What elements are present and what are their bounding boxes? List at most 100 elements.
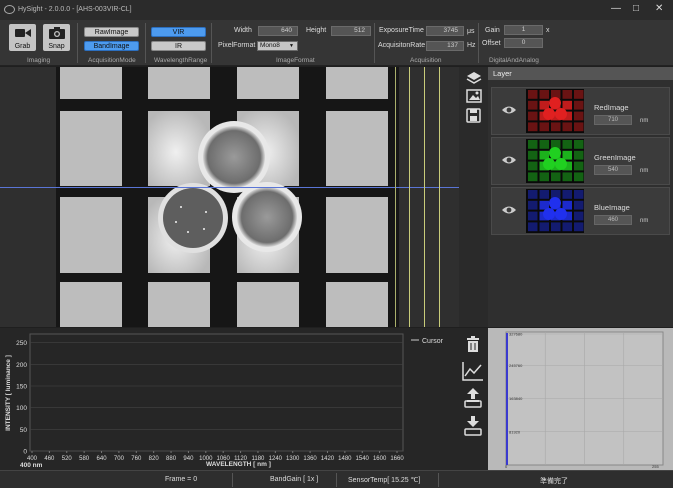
histogram-y-tick: 163840 <box>509 396 523 401</box>
status-separator <box>232 473 233 487</box>
snap-button[interactable]: Snap <box>43 24 70 51</box>
x-tick-label: 520 <box>62 456 73 462</box>
window-title: HySight - 2.0.0.0 - [AHS-003VIR-CL] <box>18 6 132 13</box>
save-icon[interactable] <box>466 108 482 123</box>
gain-field[interactable]: 1 <box>504 25 543 35</box>
horizontal-cursor-line[interactable] <box>0 187 459 188</box>
x-tick-label: 640 <box>97 456 108 462</box>
trash-icon[interactable] <box>465 336 481 352</box>
camera-icon <box>49 27 65 39</box>
width-field[interactable]: 640 <box>258 26 298 36</box>
layers-icon[interactable] <box>466 71 482 85</box>
acquisition-rate-field[interactable]: 137 <box>426 41 464 51</box>
x-tick-label: 820 <box>149 456 160 462</box>
chevron-down-icon: ▼ <box>289 43 294 49</box>
vertical-guide-line <box>395 67 396 327</box>
y-tick-label: 50 <box>20 427 28 434</box>
x-tick-label: 1600 <box>373 456 387 462</box>
cursor-wavelength-readout: 400 nm <box>20 462 43 469</box>
vertical-guide-line <box>409 67 410 327</box>
x-tick-label: 1420 <box>321 456 335 462</box>
minimize-button[interactable]: — <box>611 4 621 14</box>
ribbon-separator <box>77 23 78 63</box>
layer-thumbnail <box>526 89 584 133</box>
layer-row[interactable]: GreenImage 540 nm <box>491 137 670 185</box>
pixel-format-value: Mono8 <box>260 42 280 49</box>
layer-panel: Layer RedImage 710 nm GreenImage 540 nm BlueIm… <box>488 67 673 327</box>
layer-row[interactable]: BlueImage 460 nm <box>491 187 670 235</box>
download-icon[interactable] <box>464 416 482 436</box>
x-tick-label: 880 <box>166 456 177 462</box>
ready-status: 準備完了 <box>540 478 568 485</box>
imaging-group-label: Imaging <box>27 57 51 64</box>
ribbon-separator <box>478 23 479 63</box>
layer-wavelength-unit: nm <box>640 218 649 224</box>
frame-status: Frame = 0 <box>165 476 198 483</box>
exposure-unit: μs <box>467 28 475 35</box>
height-field[interactable]: 512 <box>331 26 371 36</box>
upload-icon[interactable] <box>464 388 482 408</box>
x-tick-label: 1480 <box>338 456 352 462</box>
vertical-guide-line <box>439 67 440 327</box>
image-format-group-label: ImageFormat <box>276 57 315 64</box>
pixel-format-select[interactable]: Mono8 ▼ <box>257 41 298 51</box>
spectrum-plot: 050100150200250 400 460 520 580 640 700 760 820… <box>5 333 444 469</box>
digital-analog-group-label: DigitalAndAnalog <box>489 57 539 64</box>
wavelength-range-group-label: WavelengthRange <box>154 57 208 64</box>
ribbon-separator <box>211 23 212 63</box>
eye-icon[interactable] <box>501 105 517 115</box>
y-tick-label: 250 <box>16 340 27 347</box>
chart-line-icon[interactable] <box>462 361 484 381</box>
layer-thumbnail <box>526 189 584 233</box>
close-button[interactable]: ✕ <box>655 4 663 14</box>
band-image-button[interactable]: BandImage <box>84 41 139 51</box>
y-tick-label: 0 <box>23 449 27 456</box>
y-tick-label: 100 <box>16 405 27 412</box>
vertical-guide-line <box>424 67 425 327</box>
layer-row[interactable]: RedImage 710 nm <box>491 87 670 135</box>
layer-name: RedImage <box>594 103 629 112</box>
ir-button[interactable]: IR <box>151 41 206 51</box>
histogram-y-tick: 81920 <box>509 429 521 434</box>
layer-wavelength-field[interactable]: 540 <box>594 165 632 175</box>
video-camera-icon <box>15 29 31 37</box>
histogram-plot: 32768024576016384081920 0 255 <box>505 331 664 469</box>
sensor-temp-status: SensorTemp[ 15.25 ℃] <box>348 477 421 484</box>
layer-wavelength-field[interactable]: 710 <box>594 115 632 125</box>
status-bar: Frame = 0 BandGain [ 1x ] SensorTemp[ 15… <box>0 470 673 488</box>
band-gain-status: BandGain [ 1x ] <box>270 476 319 483</box>
y-tick-label: 200 <box>16 362 27 369</box>
image-icon[interactable] <box>466 89 482 103</box>
offset-field[interactable]: 0 <box>504 38 543 48</box>
image-viewer[interactable] <box>0 67 459 327</box>
gain-label: Gain <box>485 27 500 34</box>
vir-button[interactable]: VIR <box>151 27 206 37</box>
layer-panel-header: Layer <box>488 67 673 80</box>
x-tick-label: 760 <box>131 456 142 462</box>
layer-name: GreenImage <box>594 153 636 162</box>
x-tick-label: 1660 <box>390 456 404 462</box>
ribbon-separator <box>374 23 375 63</box>
x-tick-label: 1540 <box>356 456 370 462</box>
exposure-time-field[interactable]: 3745 <box>426 26 464 36</box>
camera-image <box>56 67 399 327</box>
x-tick-label: 1300 <box>286 456 300 462</box>
spectrum-chart[interactable]: 0 50 100 150 200 250 400 460 520 580 640 700 760 820… <box>0 328 459 470</box>
eye-icon[interactable] <box>501 155 517 165</box>
acquisition-group-label: Acquisition <box>410 57 442 64</box>
exposure-time-label: ExposureTime <box>379 27 424 34</box>
maximize-button[interactable]: □ <box>633 4 639 14</box>
grab-button[interactable]: Grab <box>9 24 36 51</box>
acquisition-mode-group-label: AcquisitionMode <box>88 57 136 64</box>
ribbon-separator <box>145 23 146 63</box>
app-logo-icon <box>4 5 15 14</box>
x-axis-label: WAVELENGTH [ nm ] <box>206 461 271 468</box>
legend-cursor-label: Cursor <box>422 338 444 345</box>
histogram-panel[interactable]: 327680 245760 163840 81920 0 255 <box>488 328 673 470</box>
y-tick-label: 150 <box>16 384 27 391</box>
layer-wavelength-field[interactable]: 460 <box>594 215 632 225</box>
offset-label: Offset <box>482 40 501 47</box>
raw-image-button[interactable]: RawImage <box>84 27 139 37</box>
eye-icon[interactable] <box>501 205 517 215</box>
layer-wavelength-unit: nm <box>640 168 649 174</box>
